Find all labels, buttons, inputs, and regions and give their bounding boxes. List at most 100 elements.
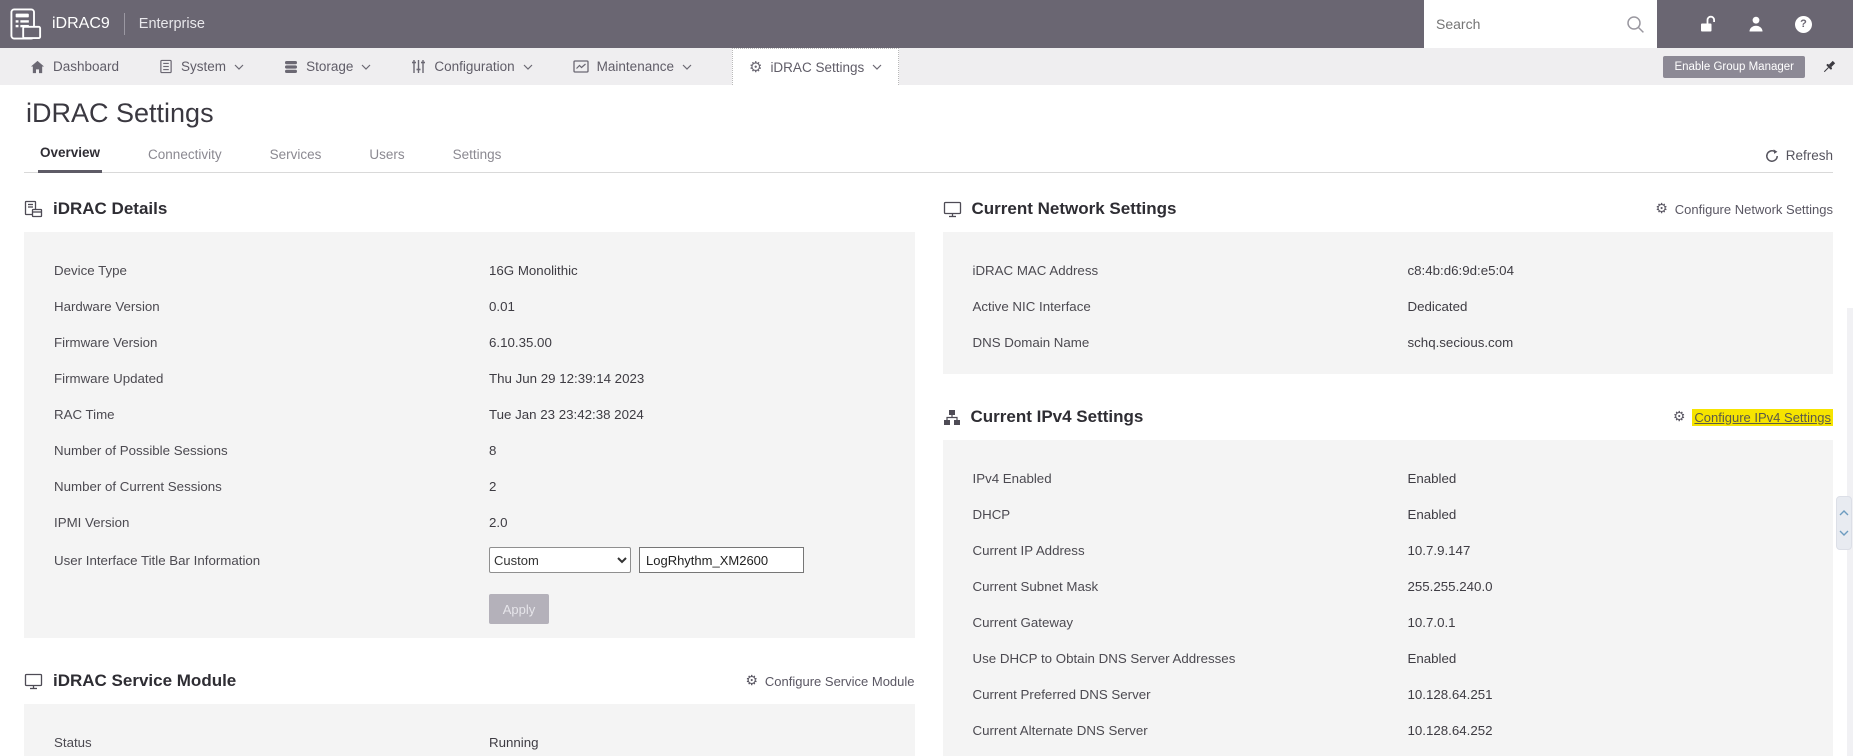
nav-item-idrac-settings[interactable]: ⚙ iDRAC Settings (731, 48, 900, 85)
detail-label: RAC Time (54, 406, 115, 422)
detail-label: Use DHCP to Obtain DNS Server Addresses (972, 650, 1236, 666)
apply-button[interactable]: Apply (489, 594, 549, 624)
service-module-rows: Status Running (54, 724, 905, 756)
detail-label: Current IP Address (972, 542, 1085, 558)
detail-row: IPv4 Enabled Enabled (973, 460, 1824, 496)
detail-row: Current Alternate DNS Server 10.128.64.2… (973, 712, 1824, 748)
detail-value: 10.128.64.252 (1407, 722, 1493, 738)
pin-icon[interactable] (1821, 59, 1837, 75)
top-bar: iDRAC9 Enterprise ? (0, 0, 1853, 48)
user-icon[interactable] (1747, 15, 1765, 33)
configure-ipv4-settings-link[interactable]: ⚙ Configure IPv4 Settings (1673, 408, 1833, 426)
brand-separator (123, 13, 125, 35)
tab-connectivity[interactable]: Connectivity (146, 139, 224, 172)
title-bar-mode-select[interactable]: Custom (489, 547, 631, 573)
detail-row: RAC Time Tue Jan 23 23:42:38 2024 (54, 396, 905, 432)
enable-group-manager-button[interactable]: Enable Group Manager (1663, 55, 1805, 78)
brand-name: iDRAC9 (52, 15, 110, 32)
chevron-down-icon (523, 64, 533, 70)
detail-row: Firmware Updated Thu Jun 29 12:39:14 202… (54, 360, 905, 396)
detail-value: Enabled (1407, 470, 1457, 486)
detail-row: Current Subnet Mask 255.255.240.0 (973, 568, 1824, 604)
search-box[interactable] (1424, 0, 1657, 48)
detail-row: DHCP Enabled (973, 496, 1824, 532)
detail-value: 10.7.9.147 (1407, 542, 1471, 558)
title-bar-custom-input[interactable] (639, 547, 804, 573)
search-icon[interactable] (1626, 15, 1645, 34)
detail-label: Current Alternate DNS Server (972, 722, 1148, 738)
detail-value: 6.10.35.00 (489, 334, 552, 350)
main-content: iDRAC Settings Overview Connectivity Ser… (0, 98, 1853, 756)
system-icon (159, 59, 173, 74)
section-title: iDRAC Service Module (53, 671, 237, 690)
nav-item-storage[interactable]: Storage (284, 48, 371, 85)
search-input[interactable] (1436, 16, 1626, 32)
title-bar-info-row: User Interface Title Bar Information Cus… (54, 540, 905, 580)
idrac-details-panel: Device Type 16G Monolithic Hardware Vers… (24, 232, 915, 638)
nav-right-controls: Enable Group Manager (1663, 48, 1853, 85)
server-details-icon (24, 200, 43, 218)
nav-item-label: iDRAC Settings (770, 59, 865, 75)
configure-service-module-link[interactable]: ⚙ Configure Service Module (745, 674, 914, 689)
configure-ipv4-settings-label: Configure IPv4 Settings (1692, 408, 1833, 426)
nav-item-label: Configuration (434, 59, 515, 74)
tab-overview[interactable]: Overview (38, 137, 103, 173)
nav-item-dashboard[interactable]: Dashboard (30, 48, 119, 85)
idrac-details-header: iDRAC Details (24, 193, 915, 225)
section-title: Current Network Settings (971, 199, 1177, 218)
detail-row: IPMI Version 2.0 (54, 504, 905, 540)
configure-network-settings-link[interactable]: ⚙ Configure Network Settings (1655, 202, 1833, 217)
configure-service-module-label: Configure Service Module (764, 673, 915, 689)
gear-icon: ⚙ (1655, 201, 1668, 217)
detail-label: Number of Possible Sessions (54, 442, 228, 458)
ipv4-settings-header: Current IPv4 Settings ⚙ Configure IPv4 S… (943, 401, 1833, 433)
refresh-button[interactable]: Refresh (1765, 148, 1833, 172)
tab-users[interactable]: Users (367, 139, 406, 172)
chevron-down-icon (682, 64, 692, 70)
gear-icon: ⚙ (745, 673, 758, 689)
help-icon[interactable]: ? (1795, 15, 1812, 33)
detail-label: IPv4 Enabled (972, 470, 1052, 486)
detail-row: iDRAC MAC Address c8:4b:d6:9d:e5:04 (973, 252, 1824, 288)
detail-row: DNS Domain Name schq.secious.com (973, 324, 1824, 360)
detail-row: Current Gateway 10.7.0.1 (973, 604, 1824, 640)
tab-services[interactable]: Services (268, 139, 324, 172)
detail-label: DNS Domain Name (972, 334, 1090, 350)
ipv4-settings-rows: IPv4 Enabled Enabled DHCP Enabled Curren… (973, 460, 1824, 748)
right-column: Current Network Settings ⚙ Configure Net… (942, 193, 1833, 756)
scroll-down-icon[interactable] (1839, 530, 1849, 536)
main-nav: Dashboard System Storage Configuration M… (0, 48, 1853, 85)
unlock-icon[interactable] (1698, 15, 1717, 34)
detail-label: Active NIC Interface (972, 298, 1091, 314)
detail-label: Firmware Updated (54, 370, 164, 386)
nav-item-system[interactable]: System (159, 48, 244, 85)
detail-row: Current Preferred DNS Server 10.128.64.2… (973, 676, 1824, 712)
detail-value: Tue Jan 23 23:42:38 2024 (489, 406, 644, 422)
scroll-up-icon[interactable] (1839, 510, 1849, 516)
detail-value: 0.01 (489, 298, 515, 314)
detail-value: 10.7.0.1 (1407, 614, 1456, 630)
detail-row: Device Type 16G Monolithic (54, 252, 905, 288)
nav-item-maintenance[interactable]: Maintenance (573, 48, 692, 85)
page-title: iDRAC Settings (26, 98, 214, 128)
detail-label: IPMI Version (54, 514, 130, 530)
chevron-down-icon (234, 64, 244, 70)
detail-value: Running (489, 734, 539, 750)
network-settings-panel: iDRAC MAC Address c8:4b:d6:9d:e5:04 Acti… (942, 232, 1833, 374)
monitor-icon (943, 201, 962, 218)
detail-row: Number of Possible Sessions 8 (54, 432, 905, 468)
detail-row: Firmware Version 6.10.35.00 (54, 324, 905, 360)
detail-value: 2.0 (489, 514, 508, 530)
tab-settings[interactable]: Settings (451, 139, 504, 172)
configure-network-settings-label: Configure Network Settings (1674, 201, 1833, 217)
detail-row: Active NIC Interface Dedicated (973, 288, 1824, 324)
service-module-panel: Status Running (24, 704, 915, 756)
scroll-stepper[interactable] (1836, 496, 1852, 550)
nav-item-configuration[interactable]: Configuration (411, 48, 533, 85)
sliders-icon (411, 59, 426, 74)
idrac-details-rows: Device Type 16G Monolithic Hardware Vers… (54, 252, 905, 540)
detail-value: Dedicated (1407, 298, 1468, 314)
detail-label: iDRAC MAC Address (972, 262, 1099, 278)
idrac-logo-icon (10, 8, 42, 40)
refresh-icon (1765, 148, 1779, 163)
